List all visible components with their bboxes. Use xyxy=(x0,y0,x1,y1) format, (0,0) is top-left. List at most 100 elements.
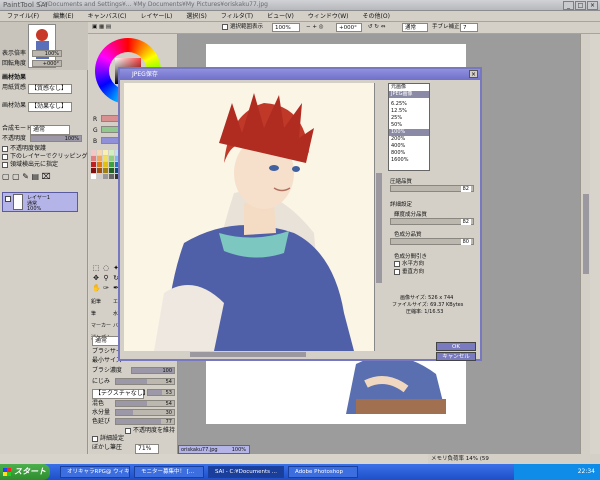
zoom-slider[interactable]: 100% xyxy=(32,50,62,57)
menu-file[interactable]: ファイル(F) xyxy=(0,11,46,21)
opacity-slider[interactable]: 100% xyxy=(30,135,82,142)
vertical-checkbox[interactable]: 垂直方向 xyxy=(394,267,424,275)
blur-slider[interactable]: 54 xyxy=(115,378,175,385)
menu-layer[interactable]: レイヤー(L) xyxy=(134,11,180,21)
menu-edit[interactable]: 編集(E) xyxy=(46,11,80,21)
file-tab[interactable]: oriskaku77.jpg 100% xyxy=(178,445,250,454)
selection-show-checkbox[interactable]: 選択範囲表示 xyxy=(222,23,263,32)
menu-other[interactable]: その他(O) xyxy=(356,11,397,21)
move-tool-icon[interactable]: ✥ xyxy=(92,274,100,282)
menu-view[interactable]: ビュー(V) xyxy=(260,11,301,21)
layer-item[interactable]: レイヤー1 通常 100% xyxy=(2,192,78,212)
zoom-option[interactable]: 12.5% xyxy=(389,108,429,115)
task-button[interactable]: SAI - C:¥Documents ... xyxy=(208,466,284,478)
dialog-close-button[interactable]: × xyxy=(469,70,478,78)
select-tool-icon[interactable]: ⬚ xyxy=(92,264,100,272)
preview-vertical-scrollbar[interactable] xyxy=(374,83,382,351)
tool-grid: ⬚ ◌ ✦ ✥ ⚲ ↻ ✋ ✑ ✒ xyxy=(92,264,120,292)
texture-select[interactable]: 【質感なし】 xyxy=(28,84,72,94)
keep-opacity-checkbox[interactable]: 不透明度を維持 xyxy=(125,427,175,435)
rotate-buttons[interactable]: ↺ ↻ ⇔ xyxy=(368,23,385,32)
scroll-thumb[interactable] xyxy=(583,194,589,274)
zoom-option[interactable]: 400% xyxy=(389,143,429,150)
chroma-label: 色成分品質 xyxy=(394,232,422,238)
ok-button[interactable]: OK xyxy=(436,342,476,351)
quality-slider[interactable]: 82 xyxy=(390,185,474,192)
preview-horizontal-scrollbar[interactable] xyxy=(124,351,374,358)
tool-marker[interactable]: マーカー xyxy=(91,320,111,332)
zoom-option[interactable]: 元画像 xyxy=(389,84,429,91)
eyedropper-tool-icon[interactable]: ✑ xyxy=(102,284,110,292)
lock-opacity-checkbox[interactable]: 不透明度保護 xyxy=(2,145,46,153)
mode-select[interactable]: 通常 xyxy=(402,23,428,32)
blend-mode-select[interactable]: 通常 xyxy=(30,125,70,135)
zoom-option[interactable]: 25% xyxy=(389,115,429,122)
water-slider[interactable]: 30 xyxy=(115,409,175,416)
luma-slider[interactable]: 82 xyxy=(390,218,474,225)
detail-heading: 詳細設定 xyxy=(390,202,413,208)
zoom-select[interactable]: 100% xyxy=(272,23,300,32)
zoom-buttons[interactable]: − + ◎ xyxy=(306,23,324,32)
zoom-option[interactable]: 800% xyxy=(389,150,429,157)
lasso-tool-icon[interactable]: ◌ xyxy=(102,264,110,272)
paint-effect-select[interactable]: 【効果なし】 xyxy=(28,102,72,112)
sai-window: PaintTool SAI C:¥Documents and Settings¥… xyxy=(0,0,600,480)
selection-show-label: 選択範囲表示 xyxy=(230,24,264,30)
preview-zoom-list[interactable]: 元画像 JPEG画像 6.25% 12.5% 25% 50% 100% 200%… xyxy=(388,83,430,171)
stabilizer-select[interactable]: 7 xyxy=(460,23,478,32)
minimize-button[interactable]: _ xyxy=(563,1,574,10)
luma-label: 輝度成分品質 xyxy=(394,212,428,218)
canvas-vertical-scrollbar[interactable] xyxy=(580,34,590,454)
file-size-text: ファイルサイズ: 69.37 KBytes xyxy=(392,302,464,308)
rotation-select[interactable]: +000° xyxy=(336,23,362,32)
top-toolbar: ▣ ▦ ▤ 選択範囲表示 100% − + ◎ +000° ↺ ↻ ⇔ 通常 手… xyxy=(88,22,600,34)
blur-pressure-value[interactable]: 71% xyxy=(135,444,159,454)
detail-settings-checkbox[interactable]: 詳細設定 xyxy=(92,435,124,443)
water-label: 水分量 xyxy=(92,409,111,416)
taskbar: スタート オリキャラRPG@ ウィキ... モニター募集中！ [... SAI … xyxy=(0,464,600,480)
menu-window[interactable]: ウィンドウ(W) xyxy=(301,11,356,21)
maximize-button[interactable]: □ xyxy=(575,1,586,10)
tool-brush[interactable]: 筆 xyxy=(91,308,111,320)
zoom-option[interactable]: 6.25% xyxy=(389,101,429,108)
stretch-slider[interactable]: 77 xyxy=(115,418,175,425)
zoom-option[interactable]: 50% xyxy=(389,122,429,129)
density-slider[interactable]: 100 xyxy=(131,367,175,374)
windows-logo-icon xyxy=(3,468,11,476)
status-bar: メモリ負荷率 14% (59 xyxy=(428,454,600,464)
task-button[interactable]: モニター募集中！ [... xyxy=(134,466,204,478)
start-button[interactable]: スタート xyxy=(0,464,50,480)
horizontal-checkbox[interactable]: 水平方向 xyxy=(394,259,424,267)
cancel-button[interactable]: キャンセル xyxy=(436,352,476,361)
clipping-checkbox[interactable]: 下のレイヤーでクリッピング xyxy=(2,153,87,161)
texture-strength-slider[interactable]: 53 xyxy=(147,389,175,396)
preview-illustration xyxy=(154,93,354,351)
task-button[interactable]: オリキャラRPG@ ウィキ... xyxy=(60,466,130,478)
jpeg-preview[interactable] xyxy=(124,83,374,351)
hand-tool-icon[interactable]: ✋ xyxy=(92,284,101,292)
detect-source-label: 領域検出元に指定 xyxy=(10,161,59,168)
clock[interactable]: 22:34 xyxy=(578,468,595,475)
menu-filter[interactable]: フィルタ(T) xyxy=(214,11,260,21)
texture-brush-select[interactable]: 【テクスチャなし】 xyxy=(92,389,149,399)
chroma-slider[interactable]: 80 xyxy=(390,238,474,245)
detect-source-checkbox[interactable]: 領域検出元に指定 xyxy=(2,161,58,169)
menu-canvas[interactable]: キャンバス(C) xyxy=(81,11,134,21)
eye-icon[interactable] xyxy=(5,196,11,202)
menu-select[interactable]: 選択(S) xyxy=(179,11,214,21)
layer-buttons[interactable]: ▢ ▢ ✎ ▤ ⌧ xyxy=(2,173,51,181)
stabilizer-label: 手ブレ補正 xyxy=(432,24,460,30)
color-mode-icons[interactable]: ▣ ▦ ▤ xyxy=(92,23,111,32)
mix-slider[interactable]: 54 xyxy=(115,400,175,407)
zoom-option[interactable]: JPEG画像 xyxy=(389,91,429,98)
tool-pencil[interactable]: 鉛筆 xyxy=(91,296,111,308)
zoom-tool-icon[interactable]: ⚲ xyxy=(102,274,110,282)
memory-status: メモリ負荷率 14% (59 xyxy=(431,456,489,462)
rotate-slider[interactable]: +000° xyxy=(32,60,62,67)
zoom-option[interactable]: 200% xyxy=(389,136,429,143)
zoom-option[interactable]: 100% xyxy=(389,129,429,136)
layer-opacity: 100% xyxy=(27,206,42,212)
task-button[interactable]: Adobe Photoshop xyxy=(288,466,358,478)
close-button[interactable]: × xyxy=(587,1,598,10)
zoom-option[interactable]: 1600% xyxy=(389,157,429,164)
